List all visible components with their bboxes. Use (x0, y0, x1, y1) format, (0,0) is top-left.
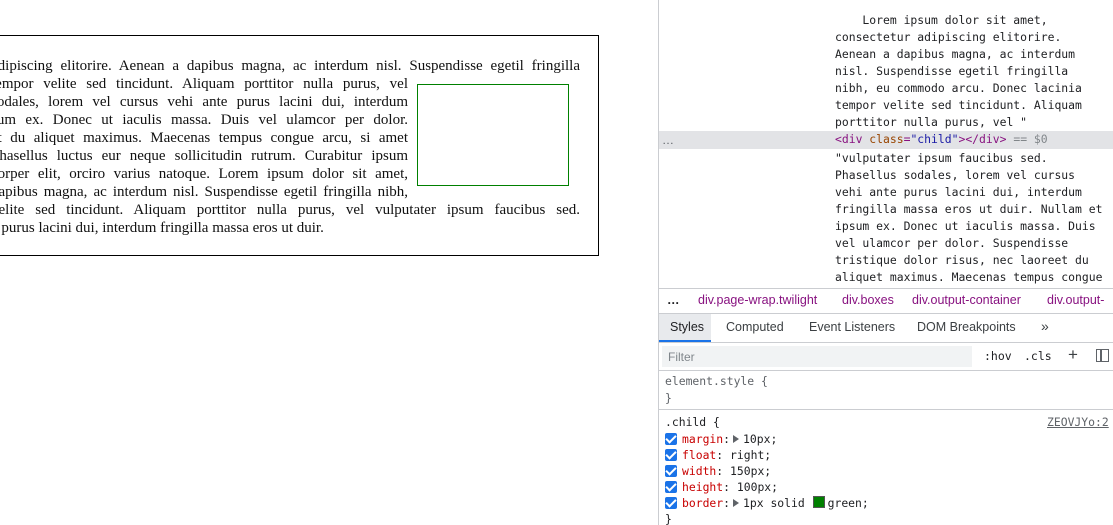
text-node-line[interactable]: aliquet maximus. Maecenas tempus congue (835, 269, 1102, 286)
selected-marker: == $0 (1013, 132, 1048, 146)
text-line: Phasellus luctus eur neque sollicitudin … (0, 148, 408, 164)
tab-dom-breakpoints[interactable]: DOM Breakpoints (917, 320, 1016, 334)
checkbox-icon[interactable] (665, 497, 677, 509)
devtools-panel: " Lorem ipsum dolor sit amet, consectetu… (658, 0, 1113, 525)
text-line: dapibus magna, ac interdum nisl. Suspend… (0, 184, 408, 200)
prop-value[interactable]: 100px; (737, 480, 778, 494)
prop-value[interactable]: right; (730, 448, 771, 462)
cls-toggle[interactable]: .cls (1024, 349, 1052, 363)
declaration-width: width: 150px; (665, 463, 771, 479)
text-line: e purus lacini dui, interdum fringilla m… (0, 220, 324, 236)
source-link[interactable]: ZEOVJYo:2 (1047, 415, 1109, 429)
prop-name[interactable]: margin (682, 432, 723, 446)
text-node-line[interactable]: Aenean a dapibus magna, ac interdum (835, 46, 1075, 63)
prop-value[interactable]: 1px solid (743, 496, 805, 510)
checkbox-icon[interactable] (665, 465, 677, 477)
expand-triangle-icon[interactable] (733, 435, 740, 443)
tab-computed[interactable]: Computed (726, 320, 784, 334)
output-box: adipiscing elitorire. Aenean a dapibus m… (0, 35, 599, 256)
text-node-line[interactable]: ipsum ex. Donec ut iaculis massa. Duis (835, 218, 1096, 235)
rule-close-brace: } (665, 391, 672, 405)
text-node-line[interactable]: vehi ante purus lacini dui, interdum (835, 184, 1082, 201)
text-line: tempor velite sed tincidunt. Aliquam por… (0, 76, 408, 92)
new-rule-icon[interactable]: + (1068, 345, 1078, 365)
declaration-height: height: 100px; (665, 479, 778, 495)
rendered-page: adipiscing elitorire. Aenean a dapibus m… (0, 0, 658, 525)
elements-tree: " Lorem ipsum dolor sit amet, consectetu… (659, 0, 1113, 287)
text-node-line[interactable]: porttitor nulla purus, vel " (835, 114, 1027, 131)
text-node-line[interactable]: Phasellus sodales, lorem vel cursus (835, 167, 1075, 184)
checkbox-icon[interactable] (665, 449, 677, 461)
more-tabs-icon[interactable]: » (1041, 318, 1049, 334)
text-node-line[interactable]: tempor velite sed tincidunt. Aliquam (835, 97, 1082, 114)
text-node-line[interactable]: tristique dolor risus, nec laoreet du (835, 252, 1089, 269)
tab-styles[interactable]: Styles (670, 320, 704, 334)
breadcrumb-item[interactable]: div.boxes (842, 293, 894, 307)
breadcrumb-more-icon[interactable]: … (667, 293, 680, 307)
filter-bar: :hov .cls + (659, 343, 1113, 371)
prop-name[interactable]: float (682, 448, 716, 462)
text-node-line[interactable]: nibh, eu commodo arcu. Donec lacinia (835, 80, 1082, 97)
text-line: velite sed tincidunt. Aliquam porttitor … (0, 202, 580, 218)
text-node-line[interactable]: vel ulamcor per dolor. Suspendisse (835, 235, 1068, 252)
text-line: et du aliquet maximus. Maecenas tempus c… (0, 130, 408, 146)
text-node-line[interactable]: Lorem ipsum dolor sit amet, (835, 12, 1047, 29)
prop-name[interactable]: border (682, 496, 723, 510)
color-swatch-icon[interactable] (812, 496, 825, 508)
expand-triangle-icon[interactable] (733, 499, 740, 507)
selected-node-row[interactable]: … <div class="child"></div> == $0 (659, 131, 1113, 149)
text-line: adipiscing elitorire. Aenean a dapibus m… (0, 58, 580, 74)
sidebar-tabs: Styles Computed Event Listeners DOM Brea… (659, 314, 1113, 343)
prop-value[interactable]: 150px; (730, 464, 771, 478)
text-node-line[interactable]: fringilla massa eros ut duir. Nullam et (835, 201, 1102, 218)
declaration-border: border: 1px solid green; (665, 495, 869, 511)
breadcrumb-item[interactable]: div.output- (1047, 293, 1104, 307)
breadcrumb-item[interactable]: div.output-container (912, 293, 1021, 307)
checkbox-icon[interactable] (665, 433, 677, 445)
element-style-rule: element.style { } (659, 372, 1113, 410)
declaration-float: float: right; (665, 447, 771, 463)
tab-event-listeners[interactable]: Event Listeners (809, 320, 895, 334)
prop-value[interactable]: 10px; (743, 432, 777, 446)
prop-name[interactable]: height (682, 480, 723, 494)
text-node-line[interactable]: nisl. Suspendisse egetil fringilla (835, 63, 1068, 80)
attr-name[interactable]: class (869, 132, 903, 146)
hov-toggle[interactable]: :hov (984, 349, 1012, 363)
tag-close: ></div> (958, 132, 1007, 146)
tag-open: <div (835, 132, 863, 146)
child-float-box[interactable] (417, 84, 569, 186)
checkbox-icon[interactable] (665, 481, 677, 493)
text-node-line[interactable]: consectetur adipiscing elitorire. (835, 29, 1061, 46)
breadcrumb-item[interactable]: div.page-wrap.twilight (698, 293, 817, 307)
breadcrumb: … div.page-wrap.twilight div.boxes div.o… (659, 288, 1113, 314)
filter-input[interactable] (662, 346, 972, 367)
text-line: corper elit, orciro varius natoque. Lore… (0, 166, 408, 182)
attr-value[interactable]: "child" (910, 132, 958, 146)
text-line: sodales, lorem vel cursus vehi ante puru… (0, 94, 408, 110)
child-rule: .child { ZEOVJYo:2 margin: 10px; float: r… (665, 415, 1109, 525)
rule-close-brace: } (665, 512, 672, 525)
text-node-quote: " (835, 0, 842, 6)
more-icon[interactable]: … (662, 131, 674, 149)
declaration-margin: margin: 10px; (665, 431, 777, 447)
text-node-line[interactable]: "vulputater ipsum faucibus sed. (835, 150, 1048, 167)
prop-name[interactable]: width (682, 464, 716, 478)
rule-selector[interactable]: .child (665, 415, 706, 429)
text-line: sum ex. Donec ut iaculis massa. Duis vel… (0, 112, 408, 128)
element-style-selector[interactable]: element.style { (665, 373, 768, 389)
toggle-sidebar-icon[interactable] (1096, 349, 1109, 362)
prop-color-name[interactable]: green; (828, 496, 869, 510)
